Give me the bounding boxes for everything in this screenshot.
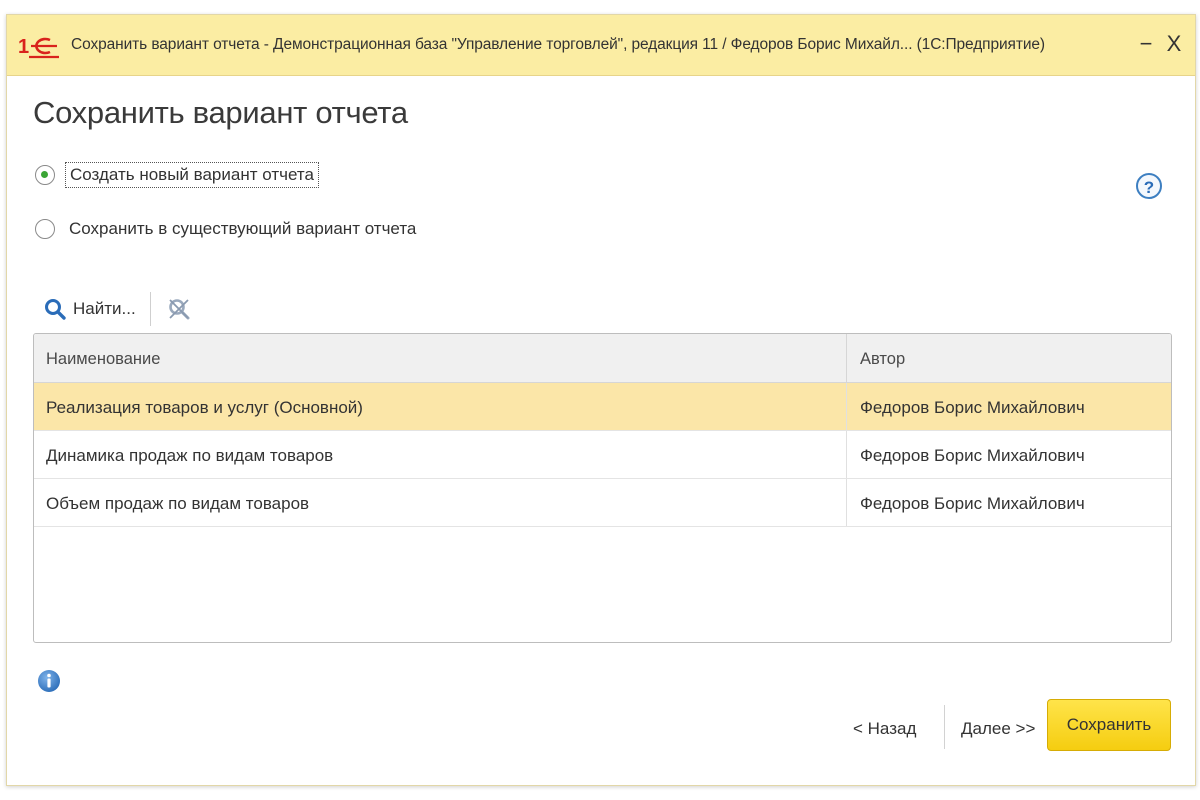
column-header-author[interactable]: Автор (860, 334, 905, 382)
next-button[interactable]: Далее >> (961, 713, 1035, 745)
cell-name: Объем продаж по видам товаров (46, 494, 310, 513)
table-row[interactable]: Реализация товаров и услуг (Основной) Фе… (34, 383, 1171, 431)
window-title: Сохранить вариант отчета - Демонстрацион… (71, 36, 1045, 53)
column-divider (846, 334, 847, 382)
option-create-new-label[interactable]: Создать новый вариант отчета (65, 162, 319, 188)
close-button[interactable]: X (1161, 29, 1187, 59)
column-header-name[interactable]: Наименование (46, 334, 160, 382)
cell-divider (846, 383, 847, 430)
table-header: Наименование Автор (34, 334, 1171, 383)
help-button[interactable]: ? (1136, 173, 1162, 199)
footer-divider (944, 705, 945, 749)
title-bar: 1 Сохранить вариант отчета - Демонстраци… (7, 15, 1195, 76)
radio-create-new[interactable] (35, 165, 55, 185)
find-button-label: Найти... (73, 299, 136, 318)
cell-author: Федоров Борис Михайлович (860, 494, 1085, 513)
cell-author: Федоров Борис Михайлович (860, 446, 1085, 465)
option-create-new[interactable]: Создать новый вариант отчета (35, 161, 319, 189)
info-icon[interactable] (37, 669, 61, 693)
svg-text:1: 1 (18, 36, 29, 58)
option-save-existing-label[interactable]: Сохранить в существующий вариант отчета (65, 217, 420, 241)
table-row[interactable]: Динамика продаж по видам товаров Федоров… (34, 431, 1171, 479)
minimize-button[interactable]: − (1133, 29, 1159, 59)
dialog-window: 1 Сохранить вариант отчета - Демонстраци… (6, 14, 1196, 786)
cell-divider (846, 431, 847, 478)
search-icon (45, 299, 66, 320)
toolbar-divider (149, 292, 151, 326)
table-row[interactable]: Объем продаж по видам товаров Федоров Бо… (34, 479, 1171, 527)
page-title: Сохранить вариант отчета (33, 95, 408, 130)
radio-selected-dot (41, 171, 48, 178)
report-variants-table[interactable]: Наименование Автор Реализация товаров и … (33, 333, 1172, 643)
1c-logo-icon: 1 (18, 36, 59, 59)
find-button[interactable]: Найти... (43, 297, 136, 321)
cell-name: Реализация товаров и услуг (Основной) (46, 398, 363, 417)
cell-divider (846, 479, 847, 526)
save-button[interactable]: Сохранить (1047, 699, 1171, 751)
option-save-existing[interactable]: Сохранить в существующий вариант отчета (35, 215, 420, 243)
cell-author: Федоров Борис Михайлович (860, 398, 1085, 417)
back-button[interactable]: < Назад (853, 713, 916, 745)
table-toolbar: Найти... (43, 291, 193, 327)
cell-name: Динамика продаж по видам товаров (46, 446, 334, 465)
cancel-search-icon[interactable] (165, 295, 193, 323)
radio-save-existing[interactable] (35, 219, 55, 239)
